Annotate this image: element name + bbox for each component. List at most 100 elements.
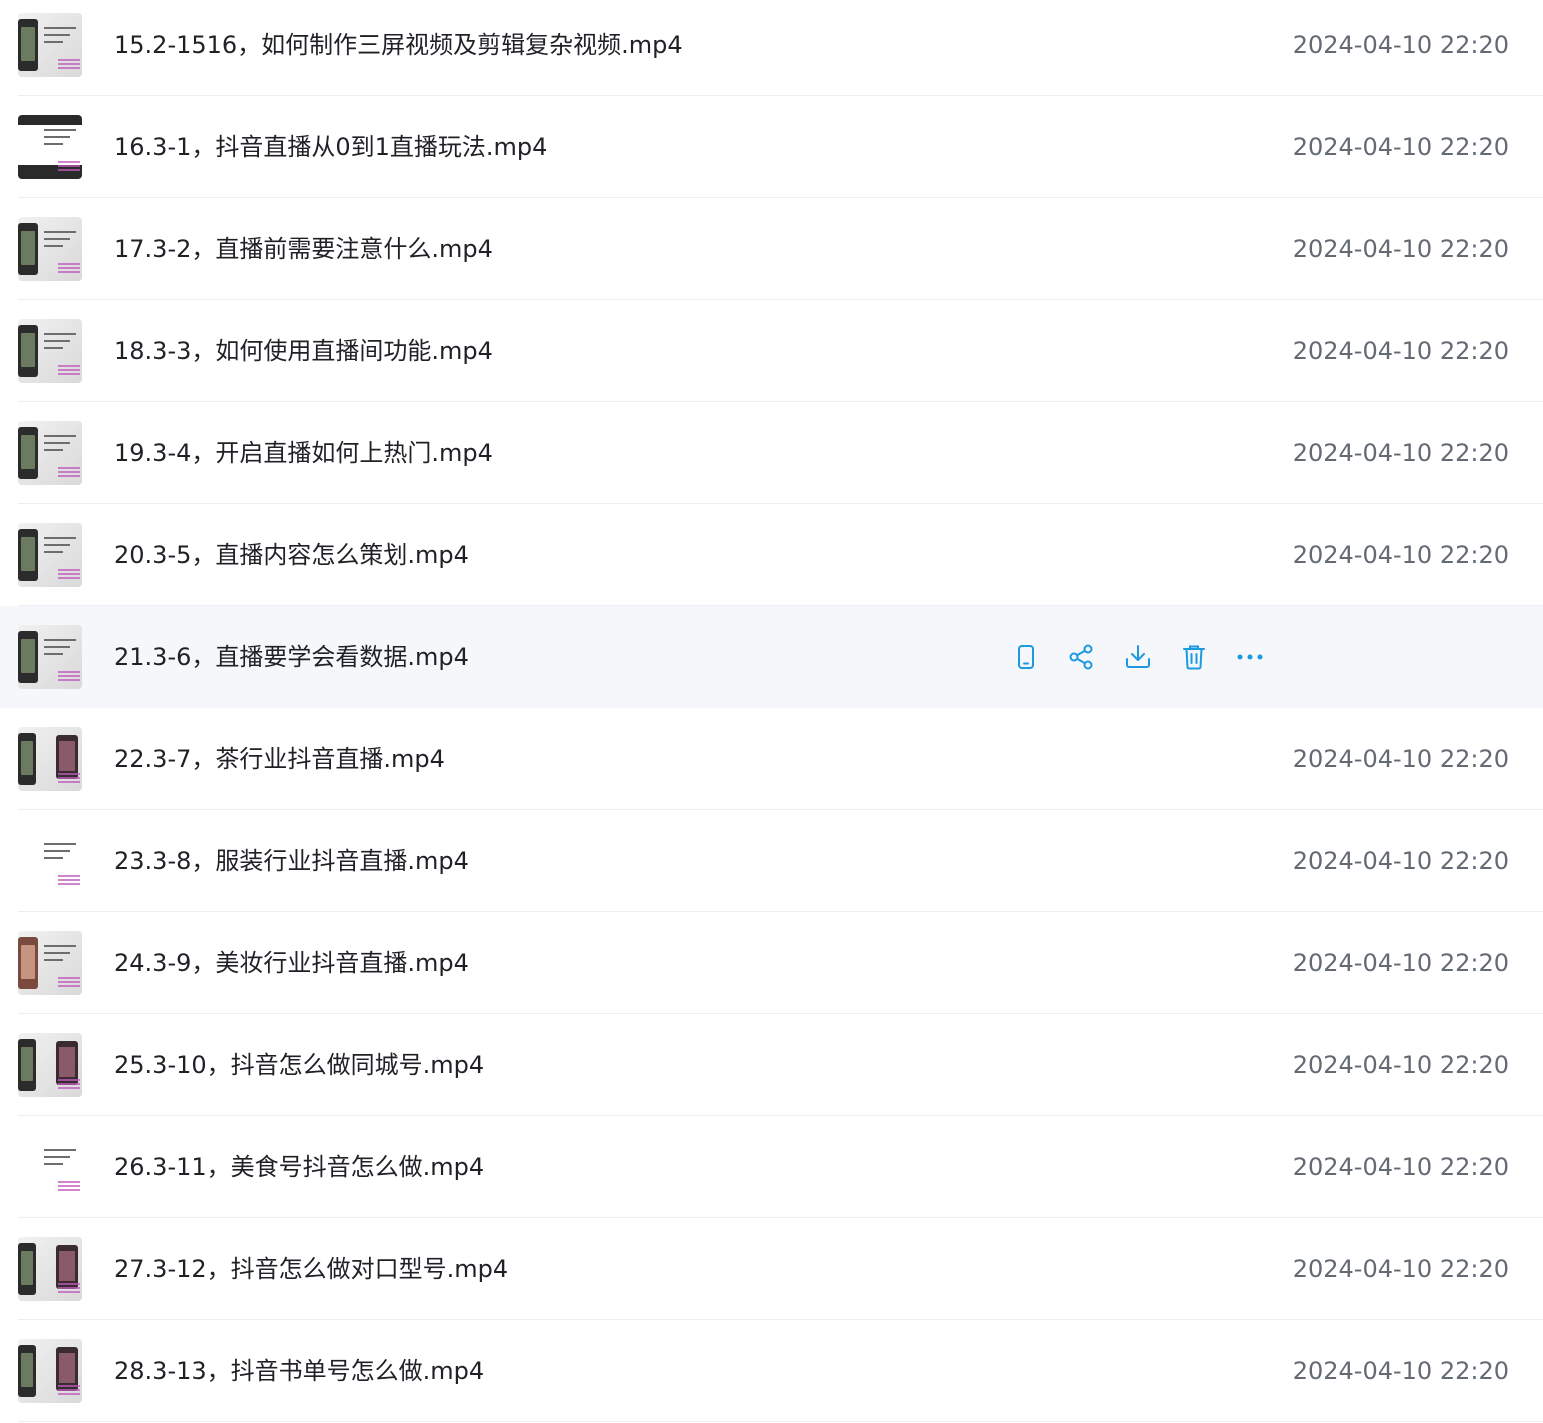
thumbnail-phone-shape xyxy=(18,19,38,71)
thumbnail-watermark xyxy=(58,977,80,989)
thumbnail-phone-shape xyxy=(18,427,38,479)
file-row[interactable]: 18.3-3，如何使用直播间功能.mp4 2024-04-10 22:20 xyxy=(0,300,1543,402)
file-row[interactable]: 21.3-6，直播要学会看数据.mp4 xyxy=(0,606,1543,708)
video-thumbnail[interactable] xyxy=(18,1339,82,1403)
thumbnail-text-lines xyxy=(44,843,76,864)
video-thumbnail[interactable] xyxy=(18,13,82,77)
file-modified-time: 2024-04-10 22:20 xyxy=(1292,949,1509,977)
share-button[interactable] xyxy=(1068,643,1096,671)
thumbnail-watermark xyxy=(58,1283,80,1295)
video-thumbnail[interactable] xyxy=(18,523,82,587)
video-thumbnail[interactable] xyxy=(18,931,82,995)
video-thumbnail[interactable] xyxy=(18,319,82,383)
row-divider xyxy=(18,1421,1543,1422)
thumbnail-watermark xyxy=(58,1181,80,1193)
video-thumbnail[interactable] xyxy=(18,829,82,893)
trash-icon xyxy=(1182,644,1206,670)
file-name[interactable]: 21.3-6，直播要学会看数据.mp4 xyxy=(114,606,469,708)
file-row[interactable]: 24.3-9，美妆行业抖音直播.mp4 2024-04-10 22:20 xyxy=(0,912,1543,1014)
file-row[interactable]: 23.3-8，服装行业抖音直播.mp4 2024-04-10 22:20 xyxy=(0,810,1543,912)
mobile-button[interactable] xyxy=(1012,643,1040,671)
file-name[interactable]: 22.3-7，茶行业抖音直播.mp4 xyxy=(114,708,445,810)
file-row[interactable]: 27.3-12，抖音怎么做对口型号.mp4 2024-04-10 22:20 xyxy=(0,1218,1543,1320)
file-name[interactable]: 18.3-3，如何使用直播间功能.mp4 xyxy=(114,300,493,402)
thumbnail-text-lines xyxy=(44,129,76,150)
file-name[interactable]: 24.3-9，美妆行业抖音直播.mp4 xyxy=(114,912,469,1014)
file-row[interactable]: 20.3-5，直播内容怎么策划.mp4 2024-04-10 22:20 xyxy=(0,504,1543,606)
thumbnail-text-lines xyxy=(44,945,76,966)
file-modified-time: 2024-04-10 22:20 xyxy=(1292,847,1509,875)
file-row[interactable]: 19.3-4，开启直播如何上热门.mp4 2024-04-10 22:20 xyxy=(0,402,1543,504)
video-thumbnail[interactable] xyxy=(18,625,82,689)
thumbnail-watermark xyxy=(58,773,80,785)
more-icon xyxy=(1236,653,1264,661)
file-name[interactable]: 27.3-12，抖音怎么做对口型号.mp4 xyxy=(114,1218,508,1320)
file-row[interactable]: 28.3-13，抖音书单号怎么做.mp4 2024-04-10 22:20 xyxy=(0,1320,1543,1422)
file-modified-time: 2024-04-10 22:20 xyxy=(1292,1051,1509,1079)
trash-button[interactable] xyxy=(1180,643,1208,671)
thumbnail-watermark xyxy=(58,467,80,479)
file-name[interactable]: 15.2-1516，如何制作三屏视频及剪辑复杂视频.mp4 xyxy=(114,0,683,96)
thumbnail-watermark xyxy=(58,263,80,275)
file-modified-time: 2024-04-10 22:20 xyxy=(1292,235,1509,263)
more-button[interactable] xyxy=(1236,643,1264,671)
file-modified-time: 2024-04-10 22:20 xyxy=(1292,439,1509,467)
file-name[interactable]: 17.3-2，直播前需要注意什么.mp4 xyxy=(114,198,493,300)
thumbnail-phone-shape xyxy=(18,733,36,785)
thumbnail-watermark xyxy=(58,365,80,377)
thumbnail-watermark xyxy=(58,1079,80,1091)
video-thumbnail[interactable] xyxy=(18,217,82,281)
thumbnail-phone-shape xyxy=(18,223,38,275)
share-icon xyxy=(1068,644,1096,670)
video-thumbnail[interactable] xyxy=(18,421,82,485)
video-thumbnail[interactable] xyxy=(18,1135,82,1199)
thumbnail-phone-shape xyxy=(18,1243,36,1295)
file-name[interactable]: 23.3-8，服装行业抖音直播.mp4 xyxy=(114,810,469,912)
file-row[interactable]: 22.3-7，茶行业抖音直播.mp4 2024-04-10 22:20 xyxy=(0,708,1543,810)
thumbnail-phone-shape xyxy=(18,1039,36,1091)
thumbnail-watermark xyxy=(58,569,80,581)
thumbnail-phone-shape xyxy=(18,1345,36,1397)
video-thumbnail[interactable] xyxy=(18,1033,82,1097)
file-row[interactable]: 16.3-1，抖音直播从0到1直播玩法.mp4 2024-04-10 22:20 xyxy=(0,96,1543,198)
file-name[interactable]: 26.3-11，美食号抖音怎么做.mp4 xyxy=(114,1116,484,1218)
file-modified-time: 2024-04-10 22:20 xyxy=(1292,745,1509,773)
thumbnail-text-lines xyxy=(44,639,76,660)
thumbnail-watermark xyxy=(58,671,80,683)
file-name[interactable]: 19.3-4，开启直播如何上热门.mp4 xyxy=(114,402,493,504)
thumbnail-watermark xyxy=(58,59,80,71)
file-modified-time: 2024-04-10 22:20 xyxy=(1292,337,1509,365)
file-name[interactable]: 25.3-10，抖音怎么做同城号.mp4 xyxy=(114,1014,484,1116)
thumbnail-watermark xyxy=(58,1385,80,1397)
video-thumbnail[interactable] xyxy=(18,115,82,179)
file-row[interactable]: 25.3-10，抖音怎么做同城号.mp4 2024-04-10 22:20 xyxy=(0,1014,1543,1116)
file-modified-time: 2024-04-10 22:20 xyxy=(1292,1153,1509,1181)
file-modified-time: 2024-04-10 22:20 xyxy=(1292,133,1509,161)
file-row[interactable]: 15.2-1516，如何制作三屏视频及剪辑复杂视频.mp4 2024-04-10… xyxy=(0,0,1543,96)
file-row[interactable]: 26.3-11，美食号抖音怎么做.mp4 2024-04-10 22:20 xyxy=(0,1116,1543,1218)
thumbnail-text-lines xyxy=(44,333,76,354)
thumbnail-phone-shape xyxy=(18,325,38,377)
row-action-bar xyxy=(1012,643,1264,671)
thumbnail-text-lines xyxy=(44,27,76,48)
thumbnail-text-lines xyxy=(44,1149,76,1170)
thumbnail-watermark xyxy=(58,161,80,173)
thumbnail-text-lines xyxy=(44,231,76,252)
thumbnail-phone-shape xyxy=(18,529,38,581)
thumbnail-watermark xyxy=(58,875,80,887)
file-list: 15.2-1516，如何制作三屏视频及剪辑复杂视频.mp4 2024-04-10… xyxy=(0,0,1543,1422)
file-name[interactable]: 20.3-5，直播内容怎么策划.mp4 xyxy=(114,504,469,606)
file-modified-time: 2024-04-10 22:20 xyxy=(1292,541,1509,569)
file-name[interactable]: 28.3-13，抖音书单号怎么做.mp4 xyxy=(114,1320,484,1422)
video-thumbnail[interactable] xyxy=(18,727,82,791)
download-button[interactable] xyxy=(1124,643,1152,671)
thumbnail-text-lines xyxy=(44,435,76,456)
thumbnail-phone-shape xyxy=(18,631,38,683)
thumbnail-text-lines xyxy=(44,537,76,558)
thumbnail-phone-shape xyxy=(18,937,38,989)
file-name[interactable]: 16.3-1，抖音直播从0到1直播玩法.mp4 xyxy=(114,96,547,198)
video-thumbnail[interactable] xyxy=(18,1237,82,1301)
mobile-icon xyxy=(1015,644,1037,670)
file-modified-time: 2024-04-10 22:20 xyxy=(1292,1357,1509,1385)
file-row[interactable]: 17.3-2，直播前需要注意什么.mp4 2024-04-10 22:20 xyxy=(0,198,1543,300)
